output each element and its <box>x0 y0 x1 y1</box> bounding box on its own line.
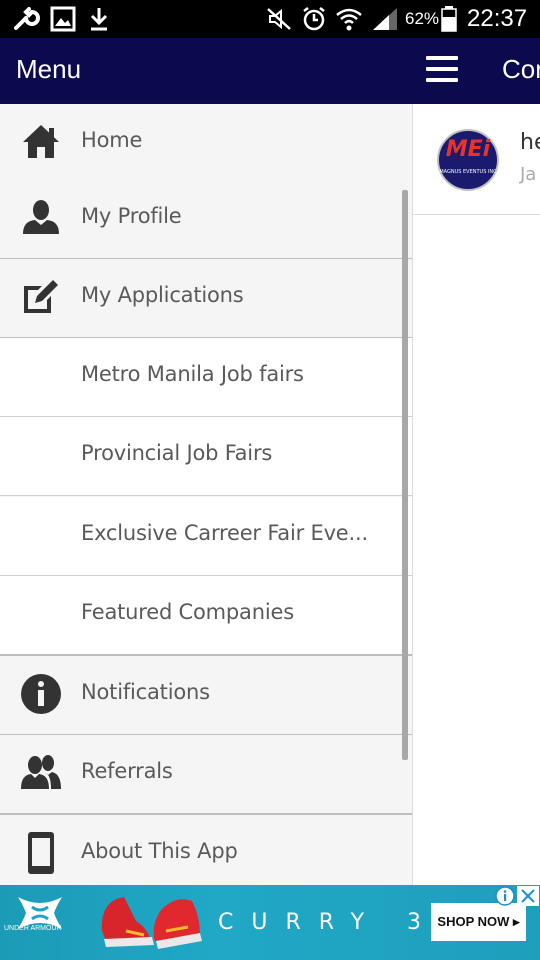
menu-item-label: Metro Manila Job fairs <box>81 362 304 386</box>
list-item[interactable]: MEi MAGNUS EVENTUS INC he Ja <box>413 104 540 215</box>
menu-item-referrals[interactable]: Referrals <box>0 735 412 815</box>
hamburger-menu-icon[interactable] <box>426 56 458 82</box>
ad-close-icon[interactable] <box>517 886 539 906</box>
shop-now-button[interactable]: SHOP NOW ▸ <box>431 903 526 941</box>
wrench-icon <box>14 7 40 30</box>
menu-item-label: Provincial Job Fairs <box>81 441 273 465</box>
shoe-image <box>101 897 202 949</box>
logo-subtext: MAGNUS EVENTUS INC <box>439 169 497 175</box>
drawer-header: Menu <box>0 38 412 104</box>
ad-brand: UNDER ARMOUR <box>4 925 62 932</box>
menu-item-label: Notifications <box>81 680 210 704</box>
image-icon <box>50 6 76 32</box>
drawer-title: Menu <box>16 54 82 84</box>
signal-icon <box>373 8 397 30</box>
menu-item-label: Exclusive Carreer Fair Eve... <box>81 521 368 545</box>
company-logo: MEi MAGNUS EVENTUS INC <box>437 129 499 191</box>
menu-item-my-applications[interactable]: My Applications <box>0 259 412 339</box>
main-title: Cor <box>502 54 540 84</box>
phone-icon <box>28 832 54 874</box>
menu-item-home[interactable]: Home <box>0 104 412 184</box>
alarm-icon <box>303 7 325 31</box>
menu-item-label: Home <box>81 128 143 152</box>
menu-item-featured-companies[interactable]: Featured Companies <box>0 576 412 656</box>
clock: 22:37 <box>467 5 528 32</box>
menu-item-label: Referrals <box>81 759 173 783</box>
card-title: he <box>520 130 540 155</box>
menu-item-label: Featured Companies <box>81 600 294 624</box>
edit-icon <box>24 280 58 313</box>
main-app-bar: Cor <box>412 38 540 104</box>
navigation-drawer: Home My Profile My Applications Metro Ma… <box>0 104 413 885</box>
battery-percent: 62% <box>405 9 440 28</box>
card-subtitle: Ja <box>520 164 537 185</box>
menu-item-label: My Applications <box>81 283 244 307</box>
main-content: MEi MAGNUS EVENTUS INC he Ja <box>413 104 540 885</box>
download-icon <box>90 8 108 31</box>
menu-item-provincial-job-fairs[interactable]: Provincial Job Fairs <box>0 417 412 496</box>
person-icon <box>23 200 59 234</box>
menu-item-metro-manila-job-fairs[interactable]: Metro Manila Job fairs <box>0 338 412 417</box>
ad-product-name: CURRY 3 <box>218 910 440 935</box>
home-icon <box>23 125 59 158</box>
mute-icon <box>267 8 291 30</box>
menu-item-notifications[interactable]: Notifications <box>0 656 412 736</box>
people-icon <box>21 755 61 789</box>
menu-item-about-this-app[interactable]: About This App <box>0 815 412 885</box>
menu-item-my-profile[interactable]: My Profile <box>0 180 412 260</box>
ad-banner[interactable]: UNDER ARMOUR CURRY 3 SHOP NOW ▸ <box>0 885 540 960</box>
wifi-icon <box>336 8 362 31</box>
battery-icon <box>441 6 457 32</box>
drawer-scrollbar[interactable] <box>402 190 408 760</box>
menu-item-exclusive-career-fair[interactable]: Exclusive Carreer Fair Eve... <box>0 497 412 576</box>
menu-item-label: About This App <box>81 839 238 863</box>
info-icon <box>21 674 61 714</box>
ad-info-icon[interactable] <box>495 886 515 906</box>
status-bar: 62% 22:37 <box>0 0 540 38</box>
logo-text: MEi <box>445 137 491 162</box>
menu-item-label: My Profile <box>81 204 182 228</box>
